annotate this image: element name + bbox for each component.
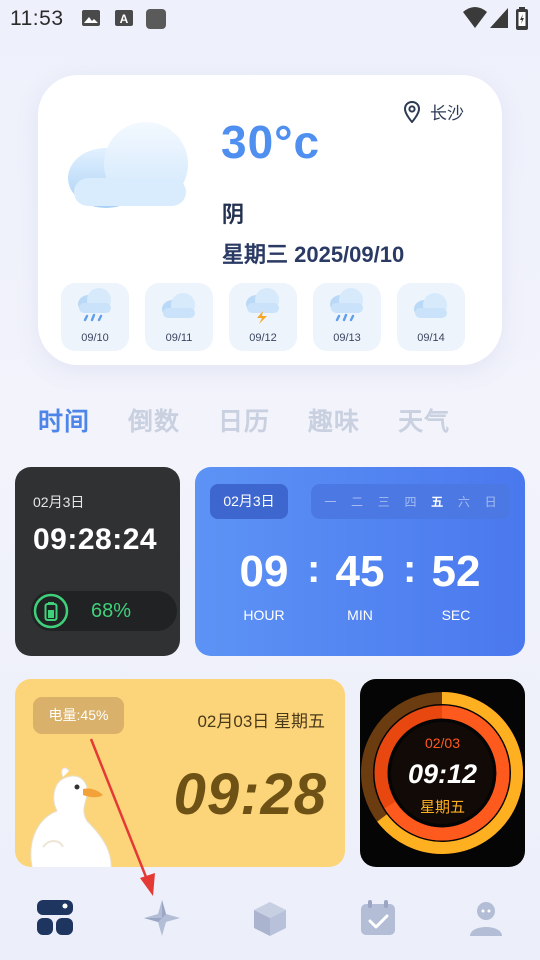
widget-weekday: 星期五: [419, 799, 465, 816]
cloud-icon: [414, 293, 447, 318]
tab-time[interactable]: 时间: [38, 402, 90, 438]
weekday-label: 六: [457, 495, 470, 509]
tab-countdown[interactable]: 倒数: [128, 402, 180, 438]
location-pin-icon: [404, 100, 420, 123]
temperature: 30°c: [221, 116, 321, 168]
tab-weather[interactable]: 天气: [398, 402, 450, 438]
status-bar: 11:53 A: [0, 0, 540, 38]
blue-clock-widget[interactable]: 02月3日 一 二 三 四 五 六 日 09 : 45 : 52 HOUR MI…: [195, 467, 525, 656]
cloud-icon: [68, 122, 188, 208]
widget-date: 02月3日: [33, 494, 85, 510]
forecast-date: 09/12: [249, 332, 277, 344]
clock-colon: :: [307, 547, 321, 591]
image-icon: [82, 10, 100, 26]
widget-date: 02/03: [424, 735, 461, 751]
rain-cloud-icon: [78, 288, 111, 322]
clock-hour: 09: [239, 547, 289, 596]
forecast-date: 09/10: [81, 332, 109, 344]
forecast-date: 09/14: [417, 332, 445, 344]
calendar-check-icon: [361, 900, 395, 935]
widget-date: 02月3日: [210, 484, 288, 519]
min-label: MIN: [347, 607, 373, 623]
weekday-label: 二: [351, 495, 364, 509]
widget-date: 02月03日 星期五: [197, 712, 325, 731]
nav-box[interactable]: [248, 896, 292, 940]
weekday-label: 四: [404, 495, 417, 509]
dark-clock-widget[interactable]: 02月3日 09:28:24 68%: [15, 467, 180, 656]
forecast-day[interactable]: 09/11: [145, 283, 213, 351]
sec-label: SEC: [441, 607, 471, 623]
weekday-label-active: 五: [431, 495, 444, 509]
forecast-day[interactable]: 09/12: [229, 283, 297, 351]
forecast-date: 09/11: [165, 332, 193, 344]
widget-time: 09:28: [173, 762, 327, 827]
nav-calendar[interactable]: [356, 896, 400, 940]
widgets-icon: [37, 900, 73, 935]
text-a-icon: A: [115, 10, 133, 26]
clock-second: 52: [431, 547, 481, 596]
weekday-label: 一: [324, 495, 337, 509]
forecast-list: 09/10 09/11 09/12 09/13 09/14: [61, 283, 465, 351]
category-tabs: 时间 倒数 日历 趣味 天气: [38, 402, 450, 438]
forecast-day[interactable]: 09/13: [313, 283, 381, 351]
thunder-cloud-icon: [246, 288, 279, 324]
wifi-icon: [463, 7, 487, 28]
nav-profile[interactable]: [464, 896, 508, 940]
duck-illustration: [30, 767, 112, 867]
clock-minute: 45: [335, 547, 385, 596]
signal-icon: [490, 8, 508, 28]
status-time: 11:53: [10, 7, 64, 30]
weather-date: 星期三 2025/09/10: [222, 242, 405, 267]
rain-cloud-icon: [330, 288, 363, 322]
compass-icon: [144, 900, 180, 936]
ring-clock-widget[interactable]: 02/03 09:12 星期五: [360, 679, 525, 867]
battery-percent: 68%: [91, 600, 132, 622]
cloud-icon: [162, 293, 195, 318]
weekday-bar: 一 二 三 四 五 六 日: [311, 484, 510, 519]
nav-discover[interactable]: [140, 896, 184, 940]
battery-indicator: 68%: [31, 591, 177, 631]
nav-widgets[interactable]: [33, 896, 77, 940]
forecast-day[interactable]: 09/14: [397, 283, 465, 351]
location-name: 长沙: [430, 104, 464, 123]
forecast-day[interactable]: 09/10: [61, 283, 129, 351]
user-icon: [470, 902, 502, 936]
battery-icon: [33, 593, 69, 629]
weekday-label: 日: [484, 495, 497, 509]
battery-icon: [516, 7, 528, 30]
weather-card[interactable]: 长沙 30°c 阴 星期三 2025/09/10 09/10 09/11 09/…: [38, 75, 502, 365]
tab-calendar[interactable]: 日历: [218, 402, 270, 438]
square-app-icon: [146, 9, 166, 29]
cube-icon: [254, 902, 286, 936]
hour-label: HOUR: [243, 607, 285, 623]
clock-colon: :: [403, 547, 417, 591]
bottom-nav: [0, 880, 540, 960]
svg-text:A: A: [120, 12, 129, 26]
widget-time: 09:28:24: [33, 523, 158, 556]
tab-fun[interactable]: 趣味: [308, 402, 360, 438]
location[interactable]: 长沙: [404, 99, 464, 124]
weekday-label: 三: [377, 495, 390, 509]
weather-condition: 阴: [222, 202, 245, 227]
forecast-date: 09/13: [333, 332, 361, 344]
duck-clock-widget[interactable]: 电量:45% 02月03日 星期五 09:28: [15, 679, 345, 867]
widget-time: 09:12: [407, 759, 478, 789]
battery-badge: 电量:45%: [33, 697, 124, 734]
